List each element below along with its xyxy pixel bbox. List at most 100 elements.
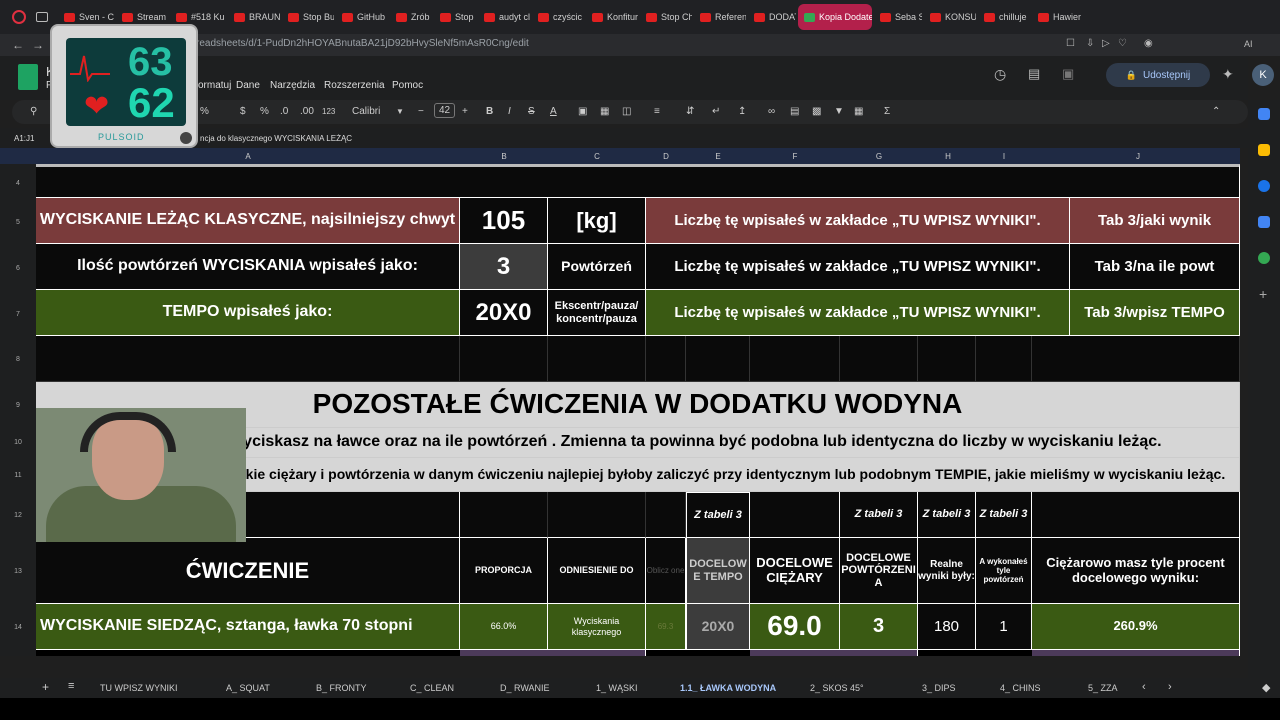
row-header[interactable]: 4: [0, 180, 36, 187]
row-header[interactable]: 11: [0, 472, 36, 479]
browser-tab[interactable]: Stop Bu: [282, 4, 334, 30]
sheet-tab-active[interactable]: 1.1_ ŁAWKA WODYNA: [680, 683, 776, 693]
col-header[interactable]: J: [1136, 152, 1140, 161]
cell-j14[interactable]: 260.9%: [1032, 604, 1240, 650]
cell-f8[interactable]: [750, 336, 840, 382]
font-size-increase[interactable]: +: [462, 106, 468, 117]
cell-j5[interactable]: Tab 3/jaki wynik: [1070, 198, 1240, 244]
font-size-input[interactable]: 42: [434, 103, 456, 118]
explore-icon[interactable]: ◆: [1262, 681, 1270, 694]
cell-e5[interactable]: Liczbę tę wpisałeś w zakładce „TU WPISZ …: [646, 198, 1070, 244]
tasks-icon[interactable]: [1258, 180, 1270, 192]
text-color-button[interactable]: A: [550, 106, 557, 117]
browser-tab[interactable]: KONSUL: [924, 4, 976, 30]
col-header[interactable]: C: [594, 152, 600, 161]
cell-h13[interactable]: Realne wyniki były:: [918, 538, 976, 604]
cell-c5[interactable]: [kg]: [548, 198, 646, 244]
sheet-tab[interactable]: B_ FRONTY: [316, 683, 367, 693]
sheet-tab[interactable]: 1_ WĄSKI: [596, 683, 638, 693]
browser-tab[interactable]: Referen: [694, 4, 746, 30]
currency-button[interactable]: $: [240, 106, 246, 117]
cell-a8[interactable]: [36, 336, 460, 382]
cell-g14[interactable]: 3: [840, 604, 918, 650]
browser-logo-icon[interactable]: [12, 10, 26, 24]
browser-tab[interactable]: Zrób to: [390, 4, 432, 30]
cell-b13[interactable]: PROPORCJA: [460, 538, 548, 604]
collapse-toolbar-icon[interactable]: ⌃: [1212, 106, 1220, 117]
functions-icon[interactable]: Σ: [884, 106, 890, 117]
borders-icon[interactable]: ▦: [600, 106, 609, 117]
cell-g12[interactable]: Z tabeli 3: [840, 492, 918, 538]
cell-e8[interactable]: [686, 336, 750, 382]
strikethrough-button[interactable]: S: [528, 106, 535, 117]
cell-a6[interactable]: Ilość powtórzeń WYCISKANIA wpisałeś jako…: [36, 244, 460, 290]
fill-color-icon[interactable]: ▣: [578, 106, 587, 117]
col-header[interactable]: I: [1003, 152, 1005, 161]
cell-e7[interactable]: Liczbę tę wpisałeś w zakładce „TU WPISZ …: [646, 290, 1070, 336]
download-icon[interactable]: ⇩: [1086, 38, 1094, 49]
font-select[interactable]: Calibri: [352, 106, 380, 117]
cell-i12[interactable]: Z tabeli 3: [976, 492, 1032, 538]
col-header[interactable]: F: [793, 152, 798, 161]
cell-a7[interactable]: TEMPO wpisałeś jako:: [36, 290, 460, 336]
row-header[interactable]: 10: [0, 439, 36, 446]
cell-b7[interactable]: 20X0: [460, 290, 548, 336]
cell-b14[interactable]: 66.0%: [460, 604, 548, 650]
browser-tab[interactable]: Konfitur: [586, 4, 638, 30]
url-text[interactable]: readsheets/d/1-PudDn2hHOYABnutaBA21jD92b…: [196, 38, 529, 49]
cell-e13[interactable]: DOCELOW E TEMPO: [686, 538, 750, 604]
cell-d14[interactable]: 69.3: [646, 604, 686, 650]
row-15-partial[interactable]: [750, 650, 918, 656]
scroll-left-icon[interactable]: ‹: [1142, 681, 1146, 693]
browser-tab[interactable]: Hawier: [1032, 4, 1088, 30]
history-icon[interactable]: ◷: [994, 66, 1006, 83]
align-vertical-icon[interactable]: ⇵: [686, 106, 694, 117]
decrease-decimal-button[interactable]: .0: [280, 106, 288, 117]
cell-e14[interactable]: 20X0: [686, 604, 750, 650]
contacts-icon[interactable]: [1258, 216, 1270, 228]
cell-h14[interactable]: 180: [918, 604, 976, 650]
cell-d13[interactable]: Oblicz one: [646, 538, 686, 604]
cell-j7[interactable]: Tab 3/wpisz TEMPO: [1070, 290, 1240, 336]
row-15-partial[interactable]: [1032, 650, 1240, 656]
browser-tab[interactable]: czyścic: [532, 4, 584, 30]
window-icon[interactable]: [36, 12, 48, 22]
sheet-tab[interactable]: A_ SQUAT: [226, 683, 270, 693]
cell-i13[interactable]: A wykonałeś tyle powtórzeń: [976, 538, 1032, 604]
row-header[interactable]: 13: [0, 568, 36, 575]
avatar[interactable]: K: [1252, 64, 1274, 86]
gemini-icon[interactable]: ✦: [1222, 66, 1234, 83]
filter-views-icon[interactable]: ▦: [854, 106, 863, 117]
cell-c7[interactable]: Ekscentr/pauza/ koncentr/pauza: [548, 290, 646, 336]
forward-icon[interactable]: →: [32, 38, 44, 52]
browser-tab[interactable]: BRAUN: [228, 4, 280, 30]
number-format-button[interactable]: 123: [322, 107, 335, 116]
cell-c6[interactable]: Powtórzeń: [548, 244, 646, 290]
cell-d8[interactable]: [646, 336, 686, 382]
menu-help[interactable]: Pomoc: [392, 80, 423, 91]
cell-e6[interactable]: Liczbę tę wpisałeś w zakładce „TU WPISZ …: [646, 244, 1070, 290]
menu-format[interactable]: ormatuj: [198, 80, 231, 91]
cell-g13[interactable]: DOCELOWE POWTÓRZENI A: [840, 538, 918, 604]
cell-h8[interactable]: [918, 336, 976, 382]
search-icon[interactable]: ⚲: [30, 106, 37, 117]
cell-g8[interactable]: [840, 336, 918, 382]
row-15-partial[interactable]: [460, 650, 646, 656]
meet-icon[interactable]: ▣: [1062, 66, 1074, 82]
percent-button[interactable]: %: [260, 106, 269, 117]
cell-a14[interactable]: WYCISKANIE SIEDZĄC, sztanga, ławka 70 st…: [36, 604, 460, 650]
sheet-tab[interactable]: 4_ CHINS: [1000, 683, 1041, 693]
cell-i8[interactable]: [976, 336, 1032, 382]
link-icon[interactable]: ∞: [768, 106, 775, 117]
cell-c8[interactable]: [548, 336, 646, 382]
row-header[interactable]: 8: [0, 356, 36, 363]
align-horizontal-icon[interactable]: ≡: [654, 106, 660, 117]
insert-comment-icon[interactable]: ▤: [790, 106, 799, 117]
cell-f14[interactable]: 69.0: [750, 604, 840, 650]
sheet-tab[interactable]: TU WPISZ WYNIKI: [100, 683, 178, 693]
name-box[interactable]: A1:J1: [14, 134, 34, 143]
sheet-tab[interactable]: C_ CLEAN: [410, 683, 454, 693]
cell-c12[interactable]: [548, 492, 646, 538]
sheet-tab[interactable]: 3_ DIPS: [922, 683, 956, 693]
cell-d12[interactable]: [646, 492, 686, 538]
